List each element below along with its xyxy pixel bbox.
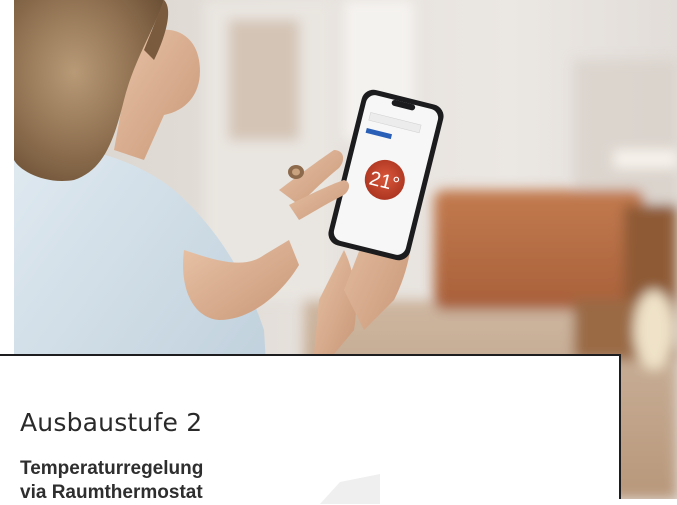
card-title: Ausbaustufe 2 [20,408,203,437]
card-subtitle-line1: Temperaturregelung [20,458,204,479]
card-subtitle-line2: via Raumthermostat [20,482,203,503]
card-subtitle: Temperaturregelung via Raumthermostat [20,457,300,505]
info-card: Ausbaustufe 2 Temperaturregelung via Rau… [0,354,621,504]
device-preview-shape [320,474,380,504]
